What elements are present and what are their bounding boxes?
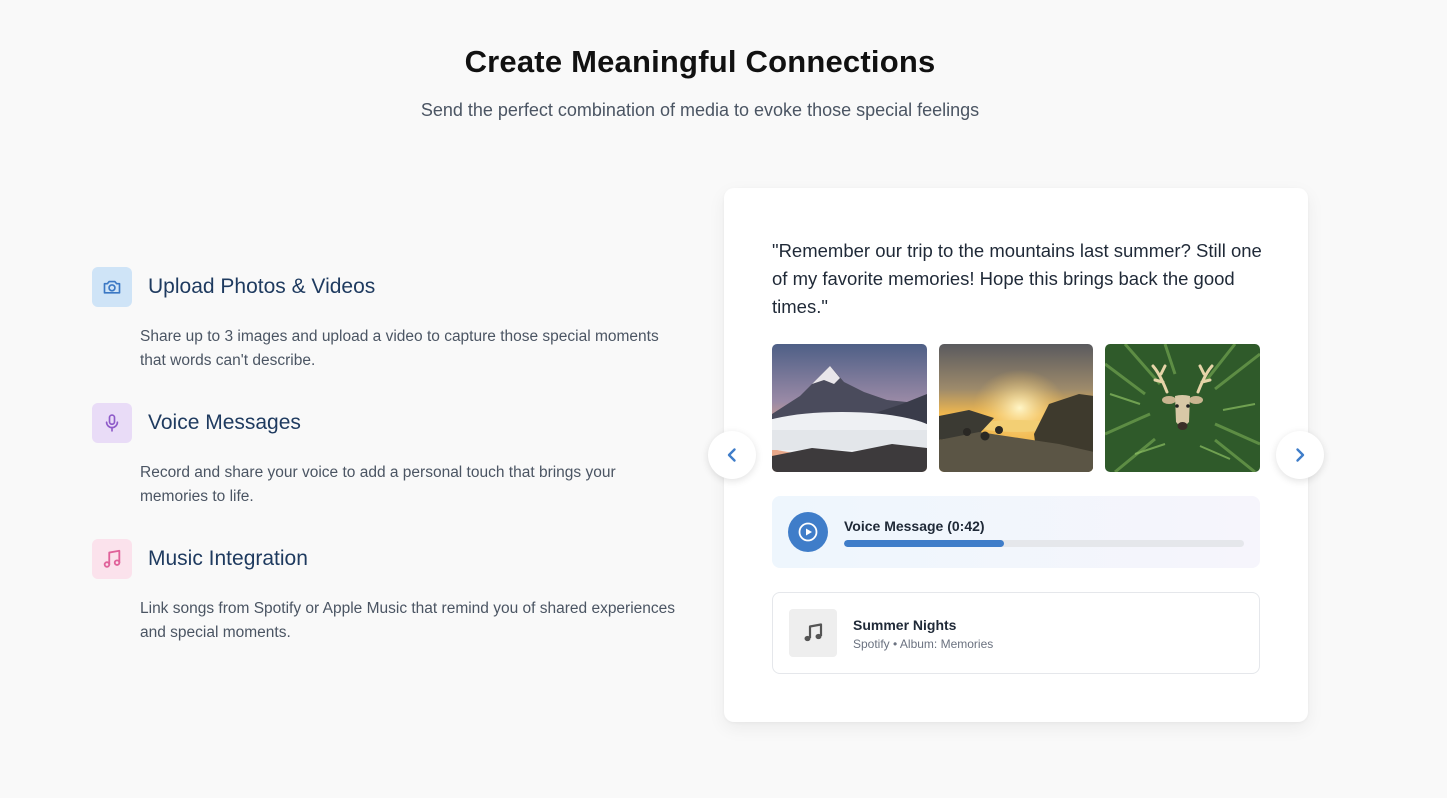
message-quote: "Remember our trip to the mountains last… [772,240,1262,317]
feature-music: Music Integration Link songs from Spotif… [92,539,692,675]
page: Create Meaningful Connections Send the p… [0,0,1447,798]
play-button[interactable] [788,512,828,552]
page-title: Create Meaningful Connections [464,44,936,79]
voice-progress-fill [844,540,1004,547]
feature-list: Upload Photos & Videos Share up to 3 ima… [92,267,692,675]
feature-upload: Upload Photos & Videos Share up to 3 ima… [92,267,692,403]
music-track-card[interactable]: Summer Nights Spotify • Album: Memories [772,592,1260,674]
feature-description: Share up to 3 images and upload a video … [140,328,659,369]
play-icon [798,522,818,542]
previous-button[interactable] [708,431,756,479]
music-note-icon [789,609,837,657]
voice-progress-bar[interactable] [844,540,1244,547]
feature-voice: Voice Messages Record and share your voi… [92,403,692,539]
page-subtitle: Send the perfect combination of media to… [420,100,980,120]
camera-icon [92,267,132,307]
music-note-icon [92,539,132,579]
feature-description: Record and share your voice to add a per… [140,464,616,505]
chevron-left-icon [727,448,736,462]
message-preview-card: "Remember our trip to the mountains last… [724,188,1308,722]
microphone-icon [92,403,132,443]
feature-title: Upload Photos & Videos [148,275,376,298]
photo-gallery [772,344,1261,472]
voice-message-label: Voice Message (0:42) [844,518,985,534]
feature-title: Voice Messages [148,411,301,434]
next-button[interactable] [1276,431,1324,479]
chevron-right-icon [1296,448,1305,462]
deer-in-ferns-photo[interactable] [1105,344,1261,472]
mountain-sunset-photo[interactable] [772,344,927,472]
sunset-lake-photo[interactable] [938,344,1094,472]
song-title: Summer Nights [853,617,957,633]
song-meta: Spotify • Album: Memories [853,637,994,651]
feature-title: Music Integration [148,547,308,570]
voice-message-player: Voice Message (0:42) [772,496,1260,568]
feature-description: Link songs from Spotify or Apple Music t… [140,600,676,641]
